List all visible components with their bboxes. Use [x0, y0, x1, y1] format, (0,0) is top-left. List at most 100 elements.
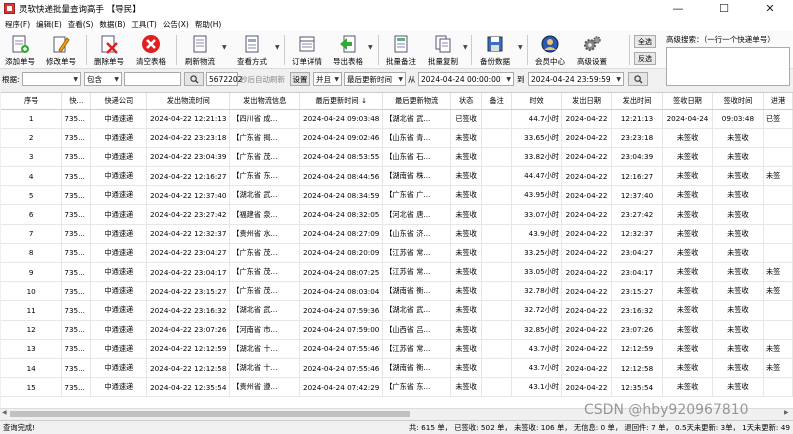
table-cell: 未签收: [662, 147, 713, 168]
refresh-dropdown-icon[interactable]: ▼: [222, 44, 227, 51]
batch-note-button[interactable]: 批量备注: [383, 33, 419, 67]
table-cell: 12:32:37: [611, 224, 663, 244]
filter-logic-select[interactable]: 并且 ▼: [313, 72, 342, 86]
refresh-seconds-input[interactable]: 5672202: [206, 72, 242, 86]
table-row[interactable]: 2 735... 中通速递 2024-04-22 23:23:18 【广东省 揭... 2…: [1, 128, 793, 148]
member-icon: [541, 35, 559, 53]
table-cell: 2024-04-24 08:03:04: [299, 281, 384, 302]
table-cell: 【河北省 唐...: [382, 204, 452, 225]
table-row[interactable]: 9 735... 中通速递 2024-04-22 23:04:17 【广东省 茂... 2…: [1, 262, 793, 283]
column-header[interactable]: 发出物流信息: [229, 93, 301, 110]
table-cell: 12:12:58: [611, 358, 663, 379]
column-header[interactable]: 最后更新时间 ↓: [299, 93, 384, 110]
table-cell: [481, 281, 513, 302]
menu-edit[interactable]: 编辑(E): [33, 19, 65, 30]
table-row[interactable]: 13 735... 中通速递 2024-04-22 12:12:59 【湖北省 十...…: [1, 339, 793, 359]
clear-table-button[interactable]: 清空表格: [133, 33, 169, 67]
menu-tools[interactable]: 工具(T): [128, 19, 159, 30]
table-cell: 2024-04-22: [561, 204, 613, 225]
table-row[interactable]: 14 735... 中通速递 2024-04-22 12:12:58 【湖北省 十...…: [1, 358, 793, 379]
menu-program[interactable]: 程序(F): [2, 19, 33, 30]
table-row[interactable]: 8 735... 中通速递 2024-04-22 23:04:27 【广东省 茂... 2…: [1, 243, 793, 264]
menu-help[interactable]: 帮助(H): [192, 19, 225, 30]
column-header[interactable]: 时效: [511, 93, 563, 110]
column-header[interactable]: 快递公司: [90, 93, 148, 110]
refresh-logistics-button[interactable]: 刷新物流: [182, 33, 218, 67]
table-row[interactable]: 15 735... 中通速递 2024-04-22 12:35:54 【贵州省 遵...…: [1, 377, 793, 398]
add-number-button[interactable]: 添加单号: [3, 33, 37, 67]
table-cell: 43.9小时: [511, 224, 563, 244]
scroll-left-icon[interactable]: ◀: [2, 409, 7, 416]
column-header[interactable]: 发出物流时间: [146, 93, 231, 110]
table-row[interactable]: 4 735... 中通速递 2024-04-22 12:16:27 【广东省 东... 2…: [1, 166, 793, 187]
copy-dropdown-icon[interactable]: ▼: [463, 44, 468, 51]
scroll-right-icon[interactable]: ▶: [784, 409, 789, 416]
filter-mode-select[interactable]: 包含 ▼: [84, 72, 122, 86]
view-dropdown-icon[interactable]: ▼: [275, 44, 280, 51]
table-cell: [481, 320, 513, 340]
date-from-picker[interactable]: 2024-04-24 00:00:00 ▼: [418, 72, 514, 86]
member-center-button[interactable]: 会员中心: [532, 33, 568, 67]
column-header[interactable]: 签收日期: [662, 93, 713, 110]
table-cell: 2024-04-24 07:42:29: [299, 377, 384, 398]
table-cell: 【江苏省 常...: [382, 262, 452, 283]
column-header[interactable]: 备注: [481, 93, 513, 110]
delete-number-button[interactable]: 删除单号: [92, 33, 126, 67]
filter-search-button[interactable]: [184, 72, 204, 86]
menu-view[interactable]: 查看(S): [65, 19, 97, 30]
table-row[interactable]: 5 735... 中通速递 2024-04-22 12:37:40 【湖北省 武... 2…: [1, 185, 793, 206]
close-button[interactable]: ✕: [747, 0, 793, 17]
view-mode-button[interactable]: 查看方式: [233, 33, 271, 67]
table-row[interactable]: 11 735... 中通速递 2024-04-22 23:16:32 【湖北省 武...…: [1, 300, 793, 321]
export-table-button[interactable]: 导出表格: [330, 33, 366, 67]
maximize-button[interactable]: ☐: [701, 0, 747, 17]
chevron-down-icon: ▼: [398, 75, 403, 83]
table-cell: 未签收: [450, 262, 483, 283]
table-cell: 中通速递: [90, 300, 148, 321]
table-cell: 2024-04-24 08:34:59: [299, 185, 384, 206]
table-cell: [763, 224, 793, 244]
table-cell: 10: [1, 281, 63, 302]
column-header[interactable]: 快...: [61, 93, 92, 110]
table-cell: 2024-04-22 12:37:40: [146, 185, 231, 206]
edit-number-button[interactable]: 修改单号: [44, 33, 78, 67]
date-to-picker[interactable]: 2024-04-24 23:59:59 ▼: [528, 72, 624, 86]
set-refresh-button[interactable]: 设置: [290, 72, 310, 86]
table-cell: 2024-04-22 12:35:54: [146, 377, 231, 398]
date-field-select[interactable]: 最后更新时间 ▼: [344, 72, 406, 86]
table-row[interactable]: 3 735... 中通速递 2024-04-22 23:04:39 【广东省 茂... 2…: [1, 147, 793, 168]
column-header[interactable]: 状态: [450, 93, 483, 110]
export-dropdown-icon[interactable]: ▼: [368, 44, 373, 51]
table-cell: 2024-04-22: [561, 243, 613, 264]
column-header[interactable]: 最后更新物流: [382, 93, 452, 110]
menu-notice[interactable]: 公告(X): [160, 19, 192, 30]
column-header[interactable]: 进港: [763, 93, 793, 110]
table-row[interactable]: 12 735... 中通速递 2024-04-22 23:07:26 【河南省 市...…: [1, 320, 793, 340]
batch-copy-button[interactable]: 批量复制: [425, 33, 461, 67]
column-header[interactable]: 序号: [1, 93, 63, 110]
filter-keyword-input[interactable]: [124, 72, 181, 86]
table-cell: 未签收: [712, 147, 764, 168]
table-row[interactable]: 10 735... 中通速递 2024-04-22 23:15:27 【广东省 茂...…: [1, 281, 793, 302]
table-cell: 735...: [61, 281, 92, 302]
column-header[interactable]: 发出日期: [561, 93, 613, 110]
minimize-button[interactable]: —: [655, 0, 701, 17]
advanced-settings-button[interactable]: 高级设置: [574, 33, 610, 67]
table-cell: 【湖南省 衡...: [382, 281, 452, 302]
invert-selection-button[interactable]: 反选: [634, 52, 656, 65]
scrollbar-thumb[interactable]: [10, 411, 410, 417]
date-search-button[interactable]: [628, 72, 648, 86]
filter-field-select[interactable]: ▼: [22, 72, 81, 86]
menu-data[interactable]: 数据(B): [96, 19, 128, 30]
table-row[interactable]: 7 735... 中通速递 2024-04-22 12:32:37 【贵州省 水... 2…: [1, 224, 793, 244]
backup-data-button[interactable]: 备份数据: [476, 33, 514, 67]
select-all-button[interactable]: 全选: [634, 35, 656, 48]
column-header[interactable]: 签收时间: [712, 93, 764, 110]
column-header[interactable]: 发出时间: [611, 93, 663, 110]
advanced-search-input[interactable]: [666, 47, 790, 86]
table-row[interactable]: 1 735... 中通速递 2024-04-22 12:21:13 【四川省 成... 2…: [1, 109, 793, 129]
table-cell: 2024-04-22: [561, 147, 613, 168]
table-row[interactable]: 6 735... 中通速递 2024-04-22 23:27:42 【福建省 泉... 2…: [1, 204, 793, 225]
backup-dropdown-icon[interactable]: ▼: [518, 44, 523, 51]
order-detail-button[interactable]: 订单详情: [289, 33, 325, 67]
